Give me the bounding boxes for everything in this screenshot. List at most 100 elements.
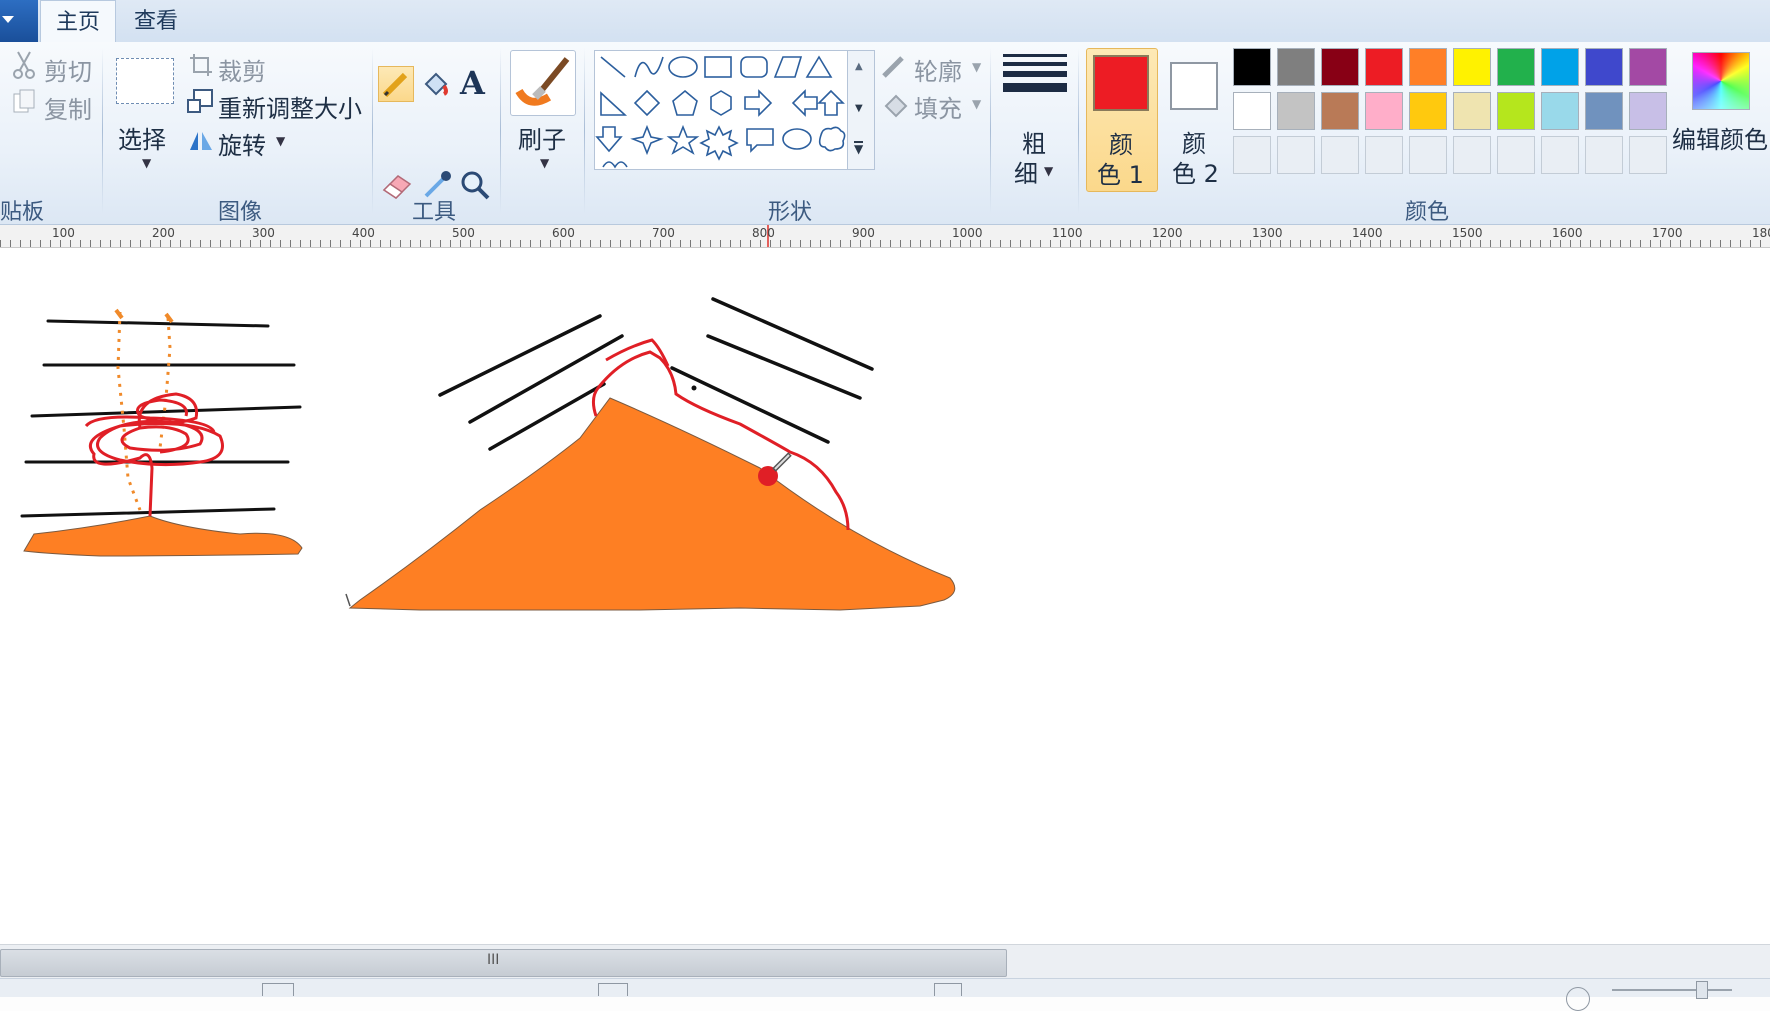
scrollbar-thumb[interactable]: III xyxy=(0,949,1007,977)
rotate-icon xyxy=(190,132,212,150)
pencil-cursor-icon xyxy=(772,452,792,472)
cut-button[interactable]: 剪切 xyxy=(44,52,92,87)
scroll-down-icon[interactable]: ▼ xyxy=(855,103,863,114)
palette-swatch[interactable] xyxy=(1453,136,1491,174)
crop-button[interactable]: 裁剪 xyxy=(218,52,266,87)
zoom-slider[interactable] xyxy=(1612,989,1732,991)
group-divider xyxy=(584,48,585,214)
palette-swatch[interactable] xyxy=(1233,92,1271,130)
ruler-tick-label: 300 xyxy=(252,226,275,240)
palette-swatch[interactable] xyxy=(1585,92,1623,130)
palette-swatch[interactable] xyxy=(1585,136,1623,174)
edit-colors-button[interactable]: 编辑颜色 xyxy=(1672,120,1768,155)
shapes-gallery-scrollbar[interactable]: ▲ ▼ ▼ xyxy=(847,50,875,170)
brushes-button[interactable]: 刷子 xyxy=(518,120,566,155)
palette-swatch[interactable] xyxy=(1453,48,1491,86)
color2-label-line2: 色 2 xyxy=(1172,160,1219,188)
horizontal-scrollbar[interactable]: III xyxy=(0,944,1770,979)
resize-icon xyxy=(187,89,213,113)
group-divider xyxy=(372,48,373,214)
zoom-out-icon[interactable] xyxy=(1566,987,1590,1011)
palette-swatch[interactable] xyxy=(1497,48,1535,86)
chevron-down-icon[interactable]: ▼ xyxy=(540,156,549,170)
paint-menu-button[interactable] xyxy=(0,0,38,42)
chevron-down-icon[interactable]: ▼ xyxy=(142,156,151,170)
palette-swatch[interactable] xyxy=(1629,136,1667,174)
group-divider xyxy=(500,48,501,214)
palette-swatch[interactable] xyxy=(1365,136,1403,174)
palette-swatch[interactable] xyxy=(1453,92,1491,130)
ribbon-tab-bar: 主页 查看 xyxy=(0,0,1770,43)
fill-icon xyxy=(884,94,908,118)
color1-button[interactable]: 颜 色 1 xyxy=(1086,48,1158,192)
scroll-up-icon[interactable]: ▲ xyxy=(855,61,863,72)
ruler-tick-label: 500 xyxy=(452,226,475,240)
chevron-down-icon[interactable]: ▼ xyxy=(972,97,981,111)
brush-preview[interactable] xyxy=(510,50,576,116)
dropdown-arrow-icon xyxy=(2,16,14,23)
palette-swatch[interactable] xyxy=(1409,48,1447,86)
palette-swatch[interactable] xyxy=(1629,48,1667,86)
gallery-expand-icon[interactable]: ▼ xyxy=(854,141,864,155)
palette-swatch[interactable] xyxy=(1321,136,1359,174)
size-label-line2: 细 xyxy=(1014,160,1038,188)
palette-swatch[interactable] xyxy=(1233,136,1271,174)
palette-swatch[interactable] xyxy=(1497,92,1535,130)
chevron-down-icon: ▼ xyxy=(1044,164,1054,178)
edit-colors-icon xyxy=(1692,52,1750,110)
palette-swatch[interactable] xyxy=(1541,136,1579,174)
tab-view[interactable]: 查看 xyxy=(118,0,194,42)
fill-bucket-icon[interactable] xyxy=(418,68,454,102)
palette-swatch[interactable] xyxy=(1541,48,1579,86)
select-icon xyxy=(116,58,174,104)
palette-swatch[interactable] xyxy=(1497,136,1535,174)
chevron-down-icon[interactable]: ▼ xyxy=(276,134,285,148)
group-divider xyxy=(102,48,103,214)
rotate-button[interactable]: 旋转 xyxy=(218,126,266,161)
tab-home[interactable]: 主页 xyxy=(40,0,116,43)
palette-swatch[interactable] xyxy=(1629,92,1667,130)
ruler-tick-label: 1000 xyxy=(952,226,983,240)
pencil-tool[interactable] xyxy=(378,66,414,102)
palette-swatch[interactable] xyxy=(1321,48,1359,86)
color2-button[interactable]: 颜 色 2 xyxy=(1162,48,1226,190)
ruler-tick-label: 800 xyxy=(752,226,775,240)
palette-swatch[interactable] xyxy=(1277,48,1315,86)
ruler-tick-label: 180 xyxy=(1752,226,1770,240)
group-divider xyxy=(1078,48,1079,214)
palette-swatch[interactable] xyxy=(1321,92,1359,130)
text-tool[interactable]: A xyxy=(460,64,485,102)
outline-button[interactable]: 轮廓 xyxy=(914,52,962,87)
pencil-icon xyxy=(382,72,408,98)
scissors-icon xyxy=(13,51,35,79)
ruler-tick-label: 1100 xyxy=(1052,226,1083,240)
resize-button[interactable]: 重新调整大小 xyxy=(218,89,362,124)
shapes-gallery[interactable] xyxy=(594,50,848,170)
palette-swatch[interactable] xyxy=(1585,48,1623,86)
palette-swatch[interactable] xyxy=(1277,92,1315,130)
zoom-slider-thumb[interactable] xyxy=(1696,981,1708,999)
ruler-tick-label: 200 xyxy=(152,226,175,240)
palette-swatch[interactable] xyxy=(1365,48,1403,86)
palette-swatch[interactable] xyxy=(1409,92,1447,130)
color1-label-line2: 色 1 xyxy=(1097,161,1144,189)
copy-button[interactable]: 复制 xyxy=(44,90,92,125)
colors-group-label: 颜色 xyxy=(1404,200,1449,225)
fill-button[interactable]: 填充 xyxy=(914,89,962,124)
select-button[interactable]: 选择 xyxy=(118,120,166,155)
ruler-tick-label: 1400 xyxy=(1352,226,1383,240)
size-button[interactable]: 粗 细 ▼ xyxy=(994,48,1074,188)
ruler-tick-label: 600 xyxy=(552,226,575,240)
outline-pencil-icon xyxy=(882,56,904,78)
chevron-down-icon[interactable]: ▼ xyxy=(972,60,981,74)
palette-swatch[interactable] xyxy=(1409,136,1447,174)
cursor-position-icon xyxy=(262,983,294,996)
palette-swatch[interactable] xyxy=(1541,92,1579,130)
palette-swatch[interactable] xyxy=(1365,92,1403,130)
small-mountain xyxy=(23,515,303,557)
palette-swatch[interactable] xyxy=(1233,48,1271,86)
paintbrush-icon xyxy=(515,57,570,106)
palette-swatch[interactable] xyxy=(1277,136,1315,174)
drawing-canvas[interactable] xyxy=(0,248,1770,944)
horizontal-ruler: 100 200 300 400 500 600 700 800 900 1000 1100 1200 1… xyxy=(0,225,1770,248)
